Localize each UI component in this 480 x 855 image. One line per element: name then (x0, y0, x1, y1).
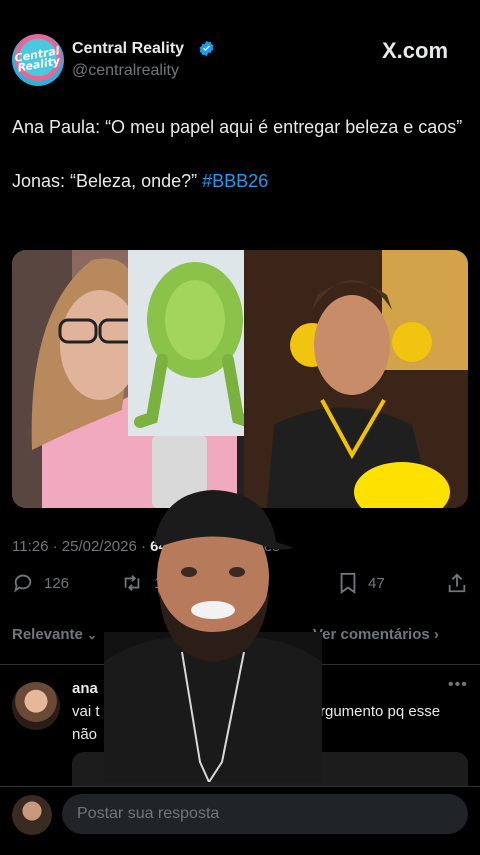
reply-icon (14, 574, 32, 593)
media-collage-image (12, 250, 468, 508)
reply-author-name[interactable]: ana (72, 680, 98, 697)
tweet-media[interactable] (12, 250, 468, 508)
hashtag-link[interactable]: #BBB26 (202, 171, 268, 191)
verified-badge-icon (199, 40, 214, 57)
share-icon (448, 573, 466, 593)
bookmark-button[interactable]: 47 (338, 572, 385, 594)
reply-text-end: rgumento pq esse (320, 703, 441, 720)
share-button[interactable] (446, 572, 468, 594)
current-user-avatar[interactable] (12, 795, 52, 835)
view-comments-label: Ver comentários (313, 626, 430, 643)
account-handle[interactable]: @centralreality (72, 62, 179, 80)
sort-label: Relevante (12, 626, 83, 643)
tweet-line-2: Jonas: “Beleza, onde?” #BBB26 (12, 168, 468, 195)
avatar-logo-text: Central Reality (13, 44, 61, 75)
tweet-line-1: Ana Paula: “O meu papel aqui é entregar … (12, 117, 463, 137)
view-comments-link[interactable]: Ver comentários › (313, 626, 439, 643)
sort-dropdown[interactable]: Relevante ⌄ (12, 626, 97, 643)
bookmark-count: 47 (368, 574, 385, 592)
reply-avatar[interactable] (12, 682, 60, 730)
reply-text-line2: não (72, 726, 98, 743)
account-avatar[interactable]: Central Reality (12, 34, 64, 86)
account-name[interactable]: Central Reality (72, 40, 184, 58)
bookmark-icon (340, 572, 356, 594)
reply-button[interactable]: 126 (12, 572, 69, 594)
reply-input[interactable]: Postar sua resposta (62, 794, 468, 834)
reply-text-start: vai t (72, 703, 100, 720)
tweet-line-2-text: Jonas: “Beleza, onde?” (12, 171, 203, 191)
site-watermark: X.com (382, 38, 449, 63)
video-overlay-person (104, 490, 322, 782)
more-options-icon[interactable]: ••• (448, 676, 468, 694)
chevron-down-icon: ⌄ (87, 628, 98, 642)
tweet-text: Ana Paula: “O meu papel aqui é entregar … (12, 114, 468, 195)
chevron-right-icon: › (433, 626, 439, 643)
reply-count: 126 (44, 574, 70, 592)
